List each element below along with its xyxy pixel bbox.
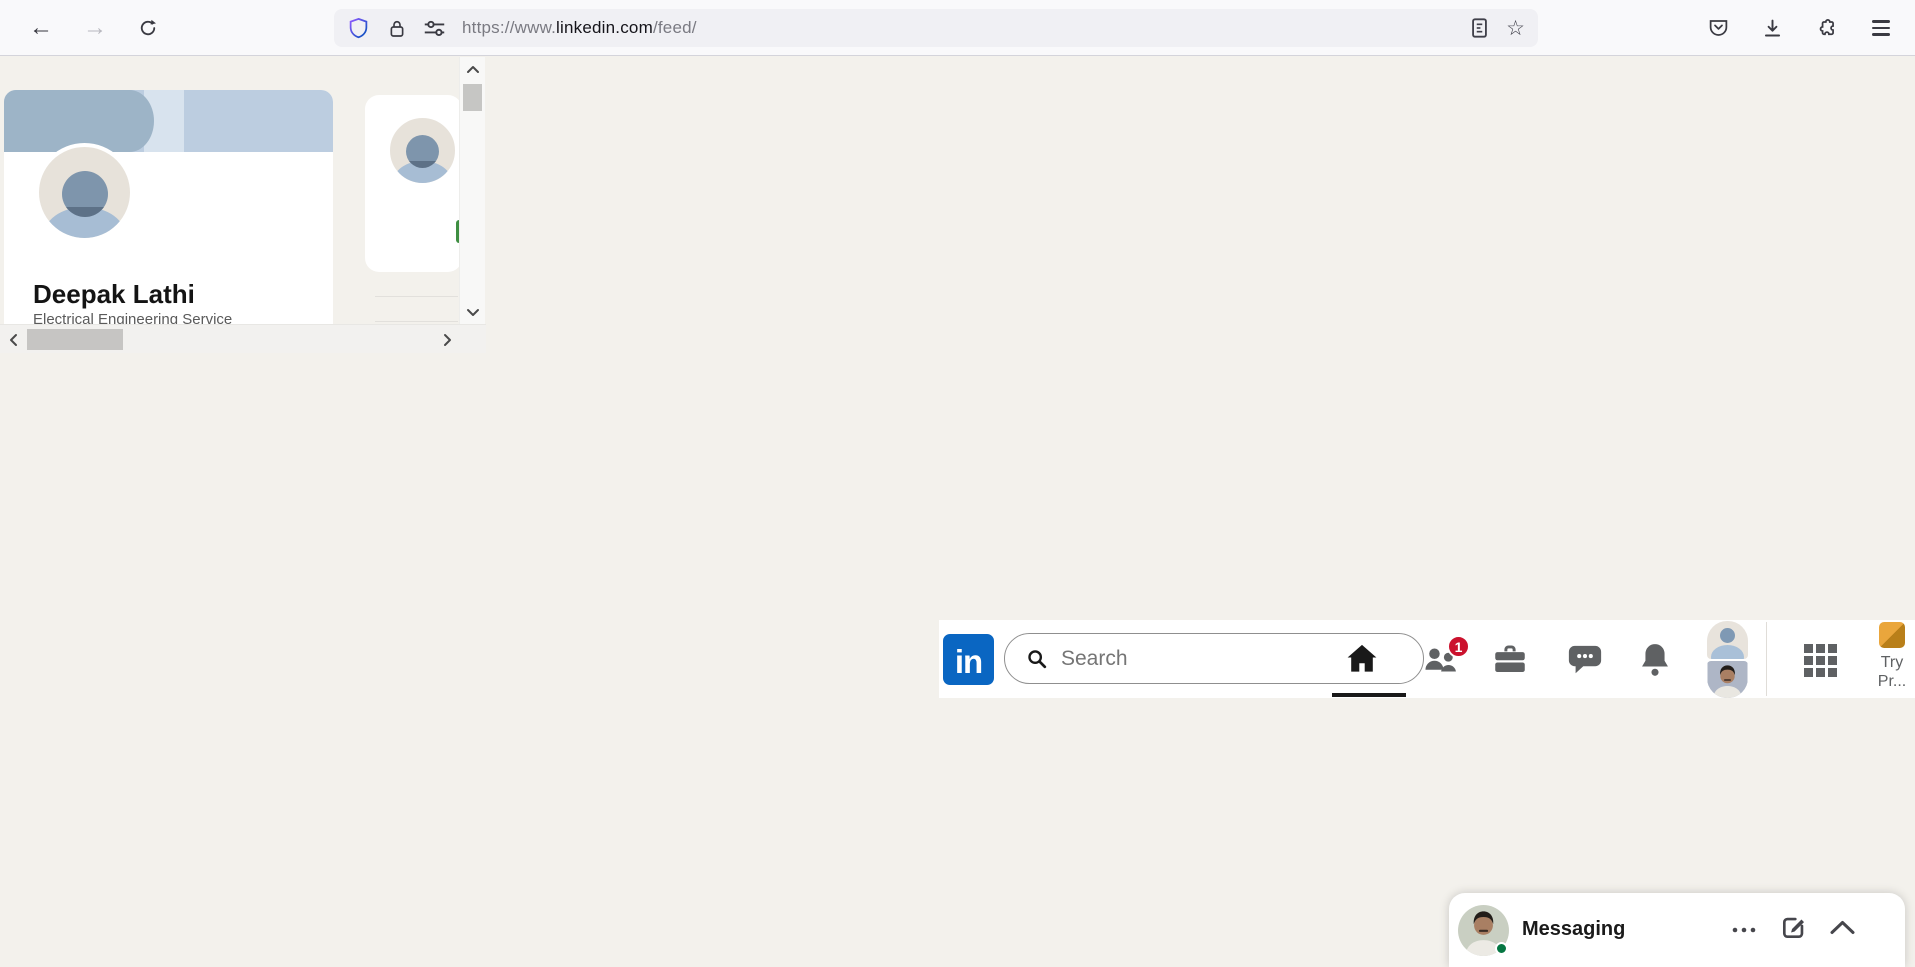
nav-home-button[interactable] bbox=[1344, 642, 1380, 681]
messaging-panel[interactable]: Messaging bbox=[1449, 893, 1905, 967]
horizontal-scrollbar[interactable] bbox=[0, 324, 486, 353]
scroll-left-arrow[interactable] bbox=[2, 325, 24, 354]
url-text[interactable]: https://www.linkedin.com/feed/ bbox=[462, 18, 697, 38]
browser-window: ← → https://www.linkedin.com/feed/ ☆ Dee… bbox=[0, 0, 1915, 967]
nav-apps-grid-icon[interactable] bbox=[1804, 644, 1837, 677]
url-bar[interactable]: https://www.linkedin.com/feed/ ☆ bbox=[334, 9, 1538, 47]
premium-label-line1: Try bbox=[1880, 654, 1904, 671]
scroll-down-arrow[interactable] bbox=[460, 304, 486, 320]
messaging-compose-button[interactable] bbox=[1776, 913, 1810, 947]
chat-bubble-icon bbox=[1566, 642, 1604, 683]
chevron-up-icon bbox=[1829, 919, 1856, 941]
linkedin-logo[interactable]: in bbox=[943, 634, 994, 685]
nav-messaging-button[interactable] bbox=[1566, 642, 1604, 683]
vertical-scrollbar[interactable] bbox=[459, 57, 485, 324]
active-tab-underline bbox=[1332, 693, 1406, 697]
reload-button[interactable] bbox=[128, 8, 168, 48]
pocket-icon bbox=[1708, 18, 1729, 38]
mynetwork-notification-badge: 1 bbox=[1447, 635, 1470, 658]
nav-divider bbox=[1766, 622, 1767, 696]
linkedin-navbar: in Search 1 Try Pr... bbox=[939, 620, 1915, 698]
nav-premium-button[interactable]: Try Pr... bbox=[1872, 622, 1912, 691]
nav-me-menu[interactable] bbox=[1707, 621, 1748, 698]
premium-badge-icon bbox=[1879, 622, 1905, 648]
bookmark-star-icon[interactable]: ☆ bbox=[1506, 16, 1525, 41]
me-avatar-placeholder bbox=[1707, 621, 1748, 659]
messaging-title: Messaging bbox=[1522, 918, 1626, 940]
profile-avatar-placeholder[interactable] bbox=[35, 143, 134, 242]
pocket-button[interactable] bbox=[1698, 8, 1738, 48]
search-icon bbox=[1026, 648, 1048, 670]
browser-toolbar: ← → https://www.linkedin.com/feed/ ☆ bbox=[0, 0, 1915, 56]
reader-view-icon[interactable] bbox=[1470, 17, 1489, 39]
messaging-more-button[interactable] bbox=[1727, 913, 1761, 947]
forward-button[interactable]: → bbox=[75, 8, 115, 48]
reload-icon bbox=[138, 18, 158, 38]
lock-icon[interactable] bbox=[388, 18, 406, 39]
briefcase-icon bbox=[1492, 644, 1528, 680]
messaging-collapse-button[interactable] bbox=[1825, 913, 1859, 947]
mini-profile-card[interactable] bbox=[365, 95, 462, 272]
me-avatar-photo bbox=[1707, 661, 1748, 698]
tracking-protection-shield-icon[interactable] bbox=[348, 17, 369, 40]
downloads-button[interactable] bbox=[1752, 8, 1792, 48]
ellipsis-icon bbox=[1731, 921, 1757, 939]
bell-icon bbox=[1638, 641, 1672, 683]
profile-name[interactable]: Deepak Lathi bbox=[33, 279, 195, 310]
permissions-icon[interactable] bbox=[423, 18, 446, 38]
app-menu-button[interactable] bbox=[1861, 8, 1901, 48]
search-placeholder: Search bbox=[1061, 646, 1128, 670]
vertical-scrollbar-thumb[interactable] bbox=[463, 84, 482, 111]
horizontal-scrollbar-thumb[interactable] bbox=[27, 329, 123, 350]
back-button[interactable]: ← bbox=[21, 8, 61, 48]
url-scheme: https://www. bbox=[462, 18, 557, 37]
forward-icon: → bbox=[83, 14, 107, 41]
url-path: /feed/ bbox=[652, 18, 697, 37]
url-domain: linkedin.com bbox=[556, 18, 653, 37]
extensions-button[interactable] bbox=[1806, 8, 1846, 48]
nav-notifications-button[interactable] bbox=[1638, 641, 1672, 683]
nav-jobs-button[interactable] bbox=[1492, 644, 1528, 680]
scroll-right-arrow[interactable] bbox=[436, 325, 458, 354]
mini-avatar-placeholder bbox=[387, 115, 458, 186]
back-icon: ← bbox=[29, 14, 53, 41]
puzzle-icon bbox=[1816, 18, 1837, 39]
profile-banner bbox=[4, 90, 333, 152]
online-status-dot bbox=[1495, 942, 1508, 955]
page-content: Deepak Lathi Electrical Engineering Serv… bbox=[0, 57, 1915, 967]
download-icon bbox=[1762, 18, 1783, 39]
card-divider bbox=[375, 296, 458, 297]
profile-card[interactable]: Deepak Lathi Electrical Engineering Serv… bbox=[4, 90, 333, 328]
card-divider bbox=[375, 321, 458, 322]
hamburger-menu-icon bbox=[1872, 20, 1890, 36]
compose-icon bbox=[1779, 913, 1808, 947]
scroll-up-arrow[interactable] bbox=[460, 61, 486, 77]
premium-label-line2: Pr... bbox=[1877, 673, 1907, 690]
home-icon bbox=[1344, 642, 1380, 681]
